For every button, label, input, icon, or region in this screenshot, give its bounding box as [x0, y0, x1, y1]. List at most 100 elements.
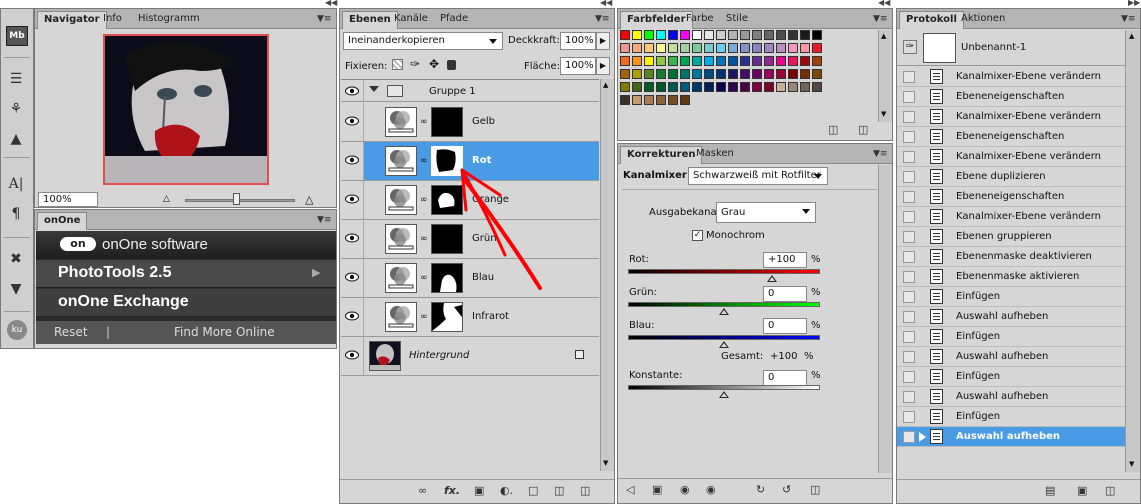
- visibility-cell[interactable]: [341, 298, 364, 336]
- zoom-out-icon[interactable]: △: [163, 194, 170, 204]
- history-item[interactable]: Einfügen: [897, 327, 1125, 347]
- color-swatch[interactable]: [752, 56, 762, 66]
- opacity-arrow-icon[interactable]: ▶: [596, 32, 610, 50]
- adjustment-thumbnail[interactable]: [385, 302, 417, 332]
- scroll-down-icon[interactable]: ▼: [881, 110, 886, 118]
- tab-masks[interactable]: Masken: [690, 146, 740, 164]
- red-field[interactable]: +100: [763, 252, 807, 268]
- history-source-checkbox[interactable]: [903, 171, 915, 183]
- color-swatch[interactable]: [812, 56, 822, 66]
- red-slider-knob[interactable]: [767, 275, 777, 282]
- color-swatch[interactable]: [728, 69, 738, 79]
- color-swatch[interactable]: [620, 56, 630, 66]
- color-swatch[interactable]: [668, 95, 678, 105]
- lock-position-icon[interactable]: ✥: [429, 57, 439, 71]
- color-swatch[interactable]: [800, 69, 810, 79]
- link-icon[interactable]: ∞: [420, 273, 428, 283]
- color-swatch[interactable]: [740, 69, 750, 79]
- add-mask-icon[interactable]: ▣: [474, 484, 484, 497]
- color-swatch[interactable]: [788, 56, 798, 66]
- color-swatch[interactable]: [668, 69, 678, 79]
- color-swatch[interactable]: [740, 56, 750, 66]
- blend-mode-select[interactable]: Ineinanderkopieren: [343, 32, 503, 50]
- color-swatch[interactable]: [656, 95, 666, 105]
- preset-select[interactable]: Schwarzweiß mit Rotfilter: [688, 167, 828, 185]
- history-item[interactable]: Ebenen gruppieren: [897, 227, 1125, 247]
- history-item[interactable]: Ebeneneigenschaften: [897, 187, 1125, 207]
- tools-icon[interactable]: ✖: [6, 249, 26, 269]
- scroll-up-icon[interactable]: ▲: [1129, 32, 1134, 40]
- history-source-checkbox[interactable]: [903, 151, 915, 163]
- color-swatch[interactable]: [716, 43, 726, 53]
- mini-bridge-button[interactable]: Mb: [6, 26, 28, 46]
- color-swatch[interactable]: [704, 69, 714, 79]
- color-swatch[interactable]: [692, 43, 702, 53]
- color-swatch[interactable]: [620, 82, 630, 92]
- color-swatch[interactable]: [632, 82, 642, 92]
- character-icon[interactable]: A|: [6, 174, 26, 194]
- tab-histogram[interactable]: Histogramm: [132, 11, 206, 29]
- history-item[interactable]: Ebeneneigenschaften: [897, 87, 1125, 107]
- history-item[interactable]: Auswahl aufheben: [897, 427, 1125, 447]
- collapse-arrows-icon[interactable]: ◀◀: [878, 0, 890, 7]
- color-swatch[interactable]: [644, 56, 654, 66]
- visibility-icon[interactable]: ◉: [706, 483, 716, 496]
- color-swatch[interactable]: [680, 82, 690, 92]
- visibility-cell[interactable]: [341, 337, 364, 375]
- onone-item-phototools[interactable]: PhotoTools 2.5 ▶: [36, 260, 336, 288]
- color-swatch[interactable]: [632, 30, 642, 40]
- layer-mask-thumbnail[interactable]: [431, 107, 463, 137]
- link-icon[interactable]: ∞: [420, 195, 428, 205]
- green-field[interactable]: 0: [763, 286, 807, 302]
- color-swatch[interactable]: [728, 30, 738, 40]
- history-item[interactable]: Kanalmixer-Ebene verändern: [897, 107, 1125, 127]
- scroll-up-icon[interactable]: ▲: [881, 32, 886, 40]
- color-swatch[interactable]: [740, 30, 750, 40]
- layer-mask-thumbnail[interactable]: [431, 302, 463, 332]
- history-item[interactable]: Kanalmixer-Ebene verändern: [897, 147, 1125, 167]
- sliders-icon[interactable]: ☰: [6, 69, 26, 89]
- layer-row-background[interactable]: Hintergrund: [341, 337, 599, 376]
- color-swatch[interactable]: [680, 30, 690, 40]
- tab-actions[interactable]: Aktionen: [955, 11, 1011, 29]
- scroll-down-icon[interactable]: ▼: [1129, 460, 1134, 468]
- color-swatch[interactable]: [716, 56, 726, 66]
- panel-menu-icon[interactable]: ▼≡: [317, 14, 331, 24]
- color-swatch[interactable]: [692, 69, 702, 79]
- new-document-icon[interactable]: ▤: [1045, 484, 1055, 497]
- eye-icon[interactable]: [345, 311, 359, 321]
- reset-icon[interactable]: ↺: [782, 483, 791, 496]
- history-item[interactable]: Kanalmixer-Ebene verändern: [897, 67, 1125, 87]
- swatch-scrollbar[interactable]: ▲ ▼: [878, 30, 892, 122]
- panel-menu-icon[interactable]: ▼≡: [317, 215, 331, 225]
- adjustments-scrollbar[interactable]: [878, 165, 892, 473]
- opacity-field[interactable]: 100%: [560, 32, 596, 50]
- onone-item-exchange[interactable]: onOne Exchange: [36, 289, 336, 317]
- scroll-down-icon[interactable]: ▼: [603, 459, 608, 467]
- fill-field[interactable]: 100%: [560, 57, 596, 75]
- panel-menu-icon[interactable]: ▼≡: [1121, 14, 1135, 24]
- history-source-checkbox[interactable]: [903, 411, 915, 423]
- color-swatch[interactable]: [656, 82, 666, 92]
- reset-link[interactable]: Reset: [54, 325, 88, 339]
- background-thumbnail[interactable]: [369, 341, 401, 371]
- history-source-checkbox[interactable]: [903, 351, 915, 363]
- color-swatch[interactable]: [716, 69, 726, 79]
- new-swatch-icon[interactable]: ◫: [828, 123, 838, 136]
- history-source-checkbox[interactable]: [903, 291, 915, 303]
- tab-styles[interactable]: Stile: [720, 11, 754, 29]
- color-swatch[interactable]: [776, 43, 786, 53]
- lock-pixels-icon[interactable]: ✑: [410, 57, 420, 71]
- layer-comps-icon[interactable]: ▼: [6, 279, 26, 299]
- history-brush-icon[interactable]: ✑: [903, 40, 917, 54]
- color-swatch[interactable]: [764, 30, 774, 40]
- history-source-checkbox[interactable]: [903, 131, 915, 143]
- snapshot-row[interactable]: ✑ Unbenannt-1: [897, 30, 1125, 66]
- previous-state-icon[interactable]: ↻: [756, 483, 765, 496]
- red-slider-track[interactable]: [628, 269, 820, 274]
- puppet-icon[interactable]: ⚘: [6, 99, 26, 119]
- color-swatch[interactable]: [788, 82, 798, 92]
- clip-icon[interactable]: ◉: [680, 483, 690, 496]
- visibility-cell[interactable]: [341, 80, 364, 101]
- history-source-checkbox[interactable]: [903, 231, 915, 243]
